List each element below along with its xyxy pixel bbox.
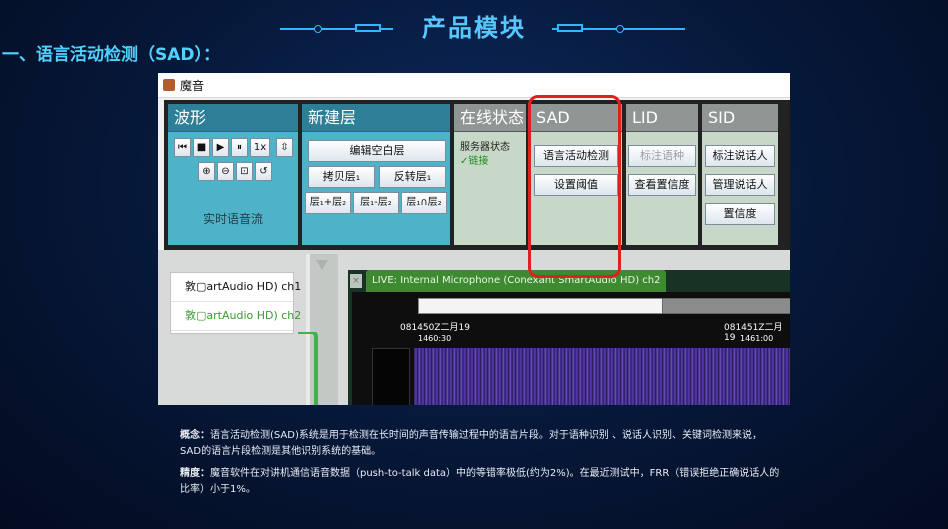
live-tab[interactable]: LIVE: Internal Microphone (Conexant Smar… [366, 270, 667, 292]
panel-new-layer-title: 新建层 [302, 104, 450, 132]
slide-title-area: 产品模块 [0, 8, 948, 42]
timeline-left-time: 081450Z二月19 [400, 323, 470, 333]
zoom-in-icon[interactable]: ⊕ [198, 162, 215, 181]
speaker-confidence-button[interactable]: 置信度 [705, 203, 775, 225]
copy-layer-button[interactable]: 拷贝层₁ [308, 166, 375, 188]
close-icon[interactable]: × [350, 274, 362, 288]
timeline-right-sub: 1461:00 [740, 334, 774, 343]
manage-speaker-button[interactable]: 管理说话人 [705, 174, 775, 196]
fit-vertical-icon[interactable]: ⇳ [276, 138, 293, 157]
slide-title: 产品模块 [422, 14, 526, 42]
connection-status: ✓链接 [460, 156, 489, 167]
app-window: 魔音 波形 ⏮ ■ ▶ ⏸ 1x ⇳ ⊕ ⊖ ⊡ ↺ 实时语音流 新建层 编辑空… [158, 73, 790, 405]
panel-lid-title: LID [626, 104, 698, 132]
track-connector-line [298, 332, 318, 405]
title-decor-line-right2 [623, 28, 685, 30]
panel-sid: SID 标注说话人 管理说话人 置信度 [702, 104, 778, 245]
workspace: 敦▢artAudio HD) ch1 敦▢artAudio HD) ch2 × … [158, 250, 790, 405]
panel-online-status: 在线状态 服务器状态 ✓链接 [454, 104, 526, 245]
spectrogram-gutter [372, 348, 410, 405]
zoom-out-icon[interactable]: ⊖ [217, 162, 234, 181]
panel-lid: LID 标注语种 查看置信度 [626, 104, 698, 245]
panel-sid-title: SID [702, 104, 778, 132]
app-icon [163, 79, 175, 91]
live-view: × LIVE: Internal Microphone (Conexant Sm… [348, 270, 790, 405]
concept-text: 语言活动检测(SAD)系统是用于检测在长时间的声音传输过程中的语言片段。对于语种… [180, 430, 763, 457]
concept-label: 概念： [180, 430, 210, 441]
caption-concept: 概念：语言活动检测(SAD)系统是用于检测在长时间的声音传输过程中的语言片段。对… [180, 428, 780, 460]
track-list: 敦▢artAudio HD) ch1 敦▢artAudio HD) ch2 [170, 272, 301, 334]
timeline-left-sub: 1460:30 [418, 334, 452, 343]
title-decor-box-right [557, 24, 583, 32]
accuracy-label: 精度： [180, 468, 210, 479]
layer-intersection-button[interactable]: 层₁∩层₂ [401, 192, 447, 214]
stop-icon[interactable]: ■ [193, 138, 210, 157]
skip-start-icon[interactable]: ⏮ [174, 138, 191, 157]
tag-language-button[interactable]: 标注语种 [628, 145, 696, 167]
tag-speaker-button[interactable]: 标注说话人 [705, 145, 775, 167]
title-decor-line-right [583, 28, 617, 30]
track-item-ch1[interactable]: 敦▢artAudio HD) ch1 [171, 273, 301, 302]
accuracy-text: 魔音软件在对讲机通信语音数据（push-to-talk data）中的等错率极低… [180, 468, 780, 495]
pause-icon[interactable]: ⏸ [231, 138, 248, 157]
spectrogram [414, 348, 790, 405]
play-icon[interactable]: ▶ [212, 138, 229, 157]
layer-union-button[interactable]: 层₁+层₂ [305, 192, 351, 214]
view-confidence-button[interactable]: 查看置信度 [628, 174, 696, 196]
window-title: 魔音 [180, 78, 205, 93]
speed-button[interactable]: 1x [250, 138, 270, 157]
server-status-label: 服务器状态 [460, 142, 510, 153]
highlight-sad-box [528, 95, 621, 278]
panel-waveform-title: 波形 [168, 104, 298, 132]
section-heading: 一、语言活动检测（SAD）： [2, 45, 221, 65]
edit-blank-layer-button[interactable]: 编辑空白层 [308, 140, 446, 162]
zoom-selection-icon[interactable]: ⊡ [236, 162, 253, 181]
realtime-stream-label: 实时语音流 [202, 212, 263, 226]
invert-layer-button[interactable]: 反转层₁ [379, 166, 446, 188]
track-item-ch2[interactable]: 敦▢artAudio HD) ch2 [171, 302, 301, 331]
layer-difference-button[interactable]: 层₁-层₂ [353, 192, 399, 214]
caption-accuracy: 精度：魔音软件在对讲机通信语音数据（push-to-talk data）中的等错… [180, 466, 780, 498]
zoom-reset-icon[interactable]: ↺ [255, 162, 272, 181]
timeline-scrollbar-track[interactable] [418, 298, 664, 314]
timeline-scrollbar-thumb[interactable] [662, 298, 790, 314]
panel-online-status-title: 在线状态 [454, 104, 526, 132]
window-titlebar: 魔音 [158, 73, 790, 98]
ribbon: 波形 ⏮ ■ ▶ ⏸ 1x ⇳ ⊕ ⊖ ⊡ ↺ 实时语音流 新建层 编辑空白层 … [164, 100, 790, 250]
panel-new-layer: 新建层 编辑空白层 拷贝层₁ 反转层₁ 层₁+层₂ 层₁-层₂ 层₁∩层₂ [302, 104, 450, 245]
panel-waveform: 波形 ⏮ ■ ▶ ⏸ 1x ⇳ ⊕ ⊖ ⊡ ↺ 实时语音流 [168, 104, 298, 245]
